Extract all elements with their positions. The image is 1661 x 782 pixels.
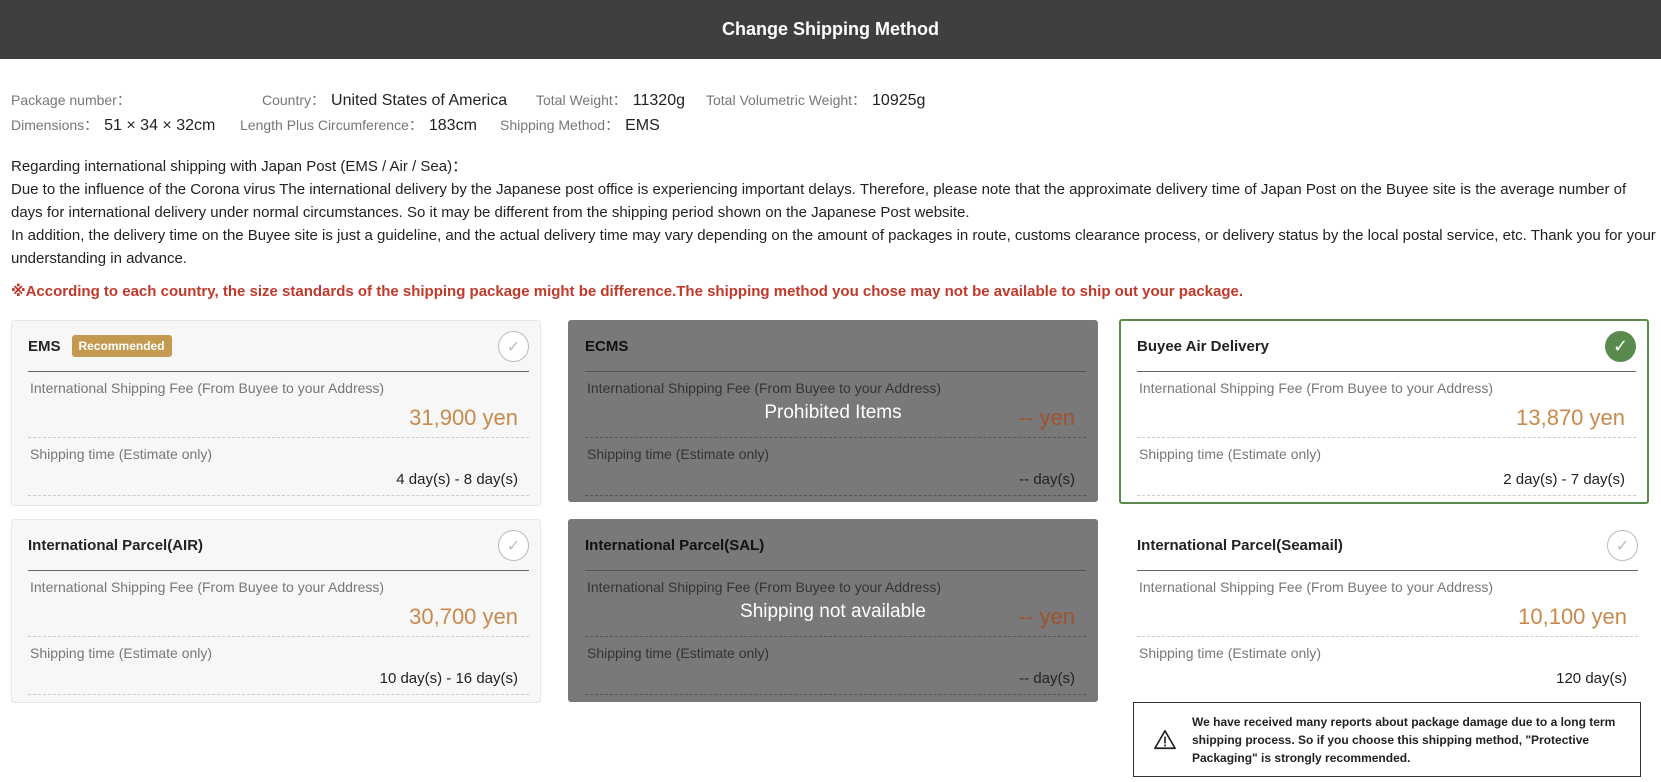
- recommended-badge: Recommended: [71, 335, 172, 357]
- check-icon[interactable]: ✓: [498, 530, 529, 561]
- fee-label: International Shipping Fee (From Buyee t…: [30, 579, 385, 595]
- time-value: -- day(s): [1019, 471, 1075, 488]
- time-row: Shipping time (Estimate only) 120 day(s): [1137, 637, 1638, 695]
- card-header: ECMS: [585, 321, 1086, 372]
- method-name: ECMS: [585, 337, 629, 355]
- time-row: Shipping time (Estimate only) 4 day(s) -…: [28, 438, 529, 496]
- fee-row: International Shipping Fee (From Buyee t…: [1137, 372, 1636, 438]
- card-header: International Parcel(Seamail) ✓: [1137, 520, 1638, 571]
- time-value: 120 day(s): [1556, 670, 1627, 687]
- fee-label: International Shipping Fee (From Buyee t…: [1139, 380, 1494, 396]
- card-header: Buyee Air Delivery ✓: [1137, 321, 1636, 372]
- size-standard-warning: ※According to each country, the size sta…: [11, 283, 1244, 300]
- package-shipping-method: Shipping Method： EMS: [500, 117, 660, 134]
- card-header: International Parcel(SAL): [585, 520, 1086, 571]
- unavailable-reason: Prohibited Items: [764, 402, 902, 423]
- fee-row: International Shipping Fee (From Buyee t…: [28, 372, 529, 438]
- time-label: Shipping time (Estimate only): [1139, 446, 1322, 462]
- fee-value: 10,100 yen: [1518, 604, 1627, 629]
- time-label: Shipping time (Estimate only): [1139, 645, 1322, 661]
- method-name: International Parcel(Seamail): [1137, 536, 1343, 554]
- method-card-ems[interactable]: EMS Recommended ✓ International Shipping…: [11, 320, 541, 506]
- time-label: Shipping time (Estimate only): [30, 446, 213, 462]
- method-card-parcel-seamail[interactable]: International Parcel(Seamail) ✓ Internat…: [1120, 519, 1650, 699]
- card-header: EMS Recommended ✓: [28, 321, 529, 372]
- fee-label: International Shipping Fee (From Buyee t…: [587, 579, 942, 595]
- method-name: International Parcel(AIR): [28, 536, 204, 554]
- notice-paragraph-1: Due to the influence of the Corona virus…: [11, 181, 1627, 221]
- package-dimensions: Dimensions： 51 × 34 × 32cm: [11, 117, 216, 134]
- method-card-ecms: ECMS International Shipping Fee (From Bu…: [568, 320, 1098, 502]
- method-card-buyee-air-delivery[interactable]: Buyee Air Delivery ✓ International Shipp…: [1119, 319, 1649, 504]
- check-icon[interactable]: ✓: [498, 331, 529, 362]
- modal-title: Change Shipping Method: [722, 19, 939, 39]
- time-value: 10 day(s) - 16 day(s): [379, 670, 518, 687]
- method-card-parcel-air[interactable]: International Parcel(AIR) ✓ Internationa…: [11, 519, 541, 703]
- time-label: Shipping time (Estimate only): [587, 446, 770, 462]
- notice-paragraph-2: In addition, the delivery time on the Bu…: [11, 227, 1656, 267]
- time-row: Shipping time (Estimate only) 10 day(s) …: [28, 637, 529, 695]
- method-name: EMS: [28, 337, 61, 355]
- time-value: -- day(s): [1019, 670, 1075, 687]
- fee-value: 30,700 yen: [409, 604, 518, 629]
- time-value: 2 day(s) - 7 day(s): [1503, 471, 1625, 488]
- time-label: Shipping time (Estimate only): [587, 645, 770, 661]
- check-icon[interactable]: ✓: [1607, 530, 1638, 561]
- fee-label: International Shipping Fee (From Buyee t…: [30, 380, 385, 396]
- method-name: International Parcel(SAL): [585, 536, 765, 554]
- modal-header: Change Shipping Method: [0, 0, 1661, 59]
- card-header: International Parcel(AIR) ✓: [28, 520, 529, 571]
- unavailable-reason: Shipping not available: [740, 601, 926, 622]
- package-number: Package number：: [11, 92, 131, 108]
- package-total-weight: Total Weight： 11320g: [536, 92, 685, 109]
- method-name: Buyee Air Delivery: [1137, 337, 1270, 355]
- method-card-parcel-sal: International Parcel(SAL) International …: [568, 519, 1098, 702]
- fee-label: International Shipping Fee (From Buyee t…: [587, 380, 942, 396]
- time-row: Shipping time (Estimate only) 2 day(s) -…: [1137, 438, 1636, 496]
- time-value: 4 day(s) - 8 day(s): [396, 471, 518, 488]
- fee-row: International Shipping Fee (From Buyee t…: [28, 571, 529, 637]
- check-icon[interactable]: ✓: [1605, 331, 1636, 362]
- notice-heading: Regarding international shipping with Ja…: [11, 158, 468, 175]
- fee-row: International Shipping Fee (From Buyee t…: [1137, 571, 1638, 637]
- covid-notice: Regarding international shipping with Ja…: [11, 155, 1656, 270]
- package-volumetric-weight: Total Volumetric Weight： 10925g: [706, 92, 926, 109]
- time-row: Shipping time (Estimate only) -- day(s): [585, 637, 1086, 695]
- package-length-circumference: Length Plus Circumference： 183cm: [240, 117, 477, 134]
- seamail-damage-alert: We have received many reports about pack…: [1133, 702, 1641, 777]
- time-label: Shipping time (Estimate only): [30, 645, 213, 661]
- alert-message: We have received many reports about pack…: [1192, 714, 1616, 765]
- time-row: Shipping time (Estimate only) -- day(s): [585, 438, 1086, 496]
- fee-label: International Shipping Fee (From Buyee t…: [1139, 579, 1494, 595]
- warning-triangle-icon: [1154, 729, 1176, 749]
- fee-value: 13,870 yen: [1516, 405, 1625, 430]
- package-country: Country： United States of America: [262, 92, 508, 109]
- fee-value: 31,900 yen: [409, 405, 518, 430]
